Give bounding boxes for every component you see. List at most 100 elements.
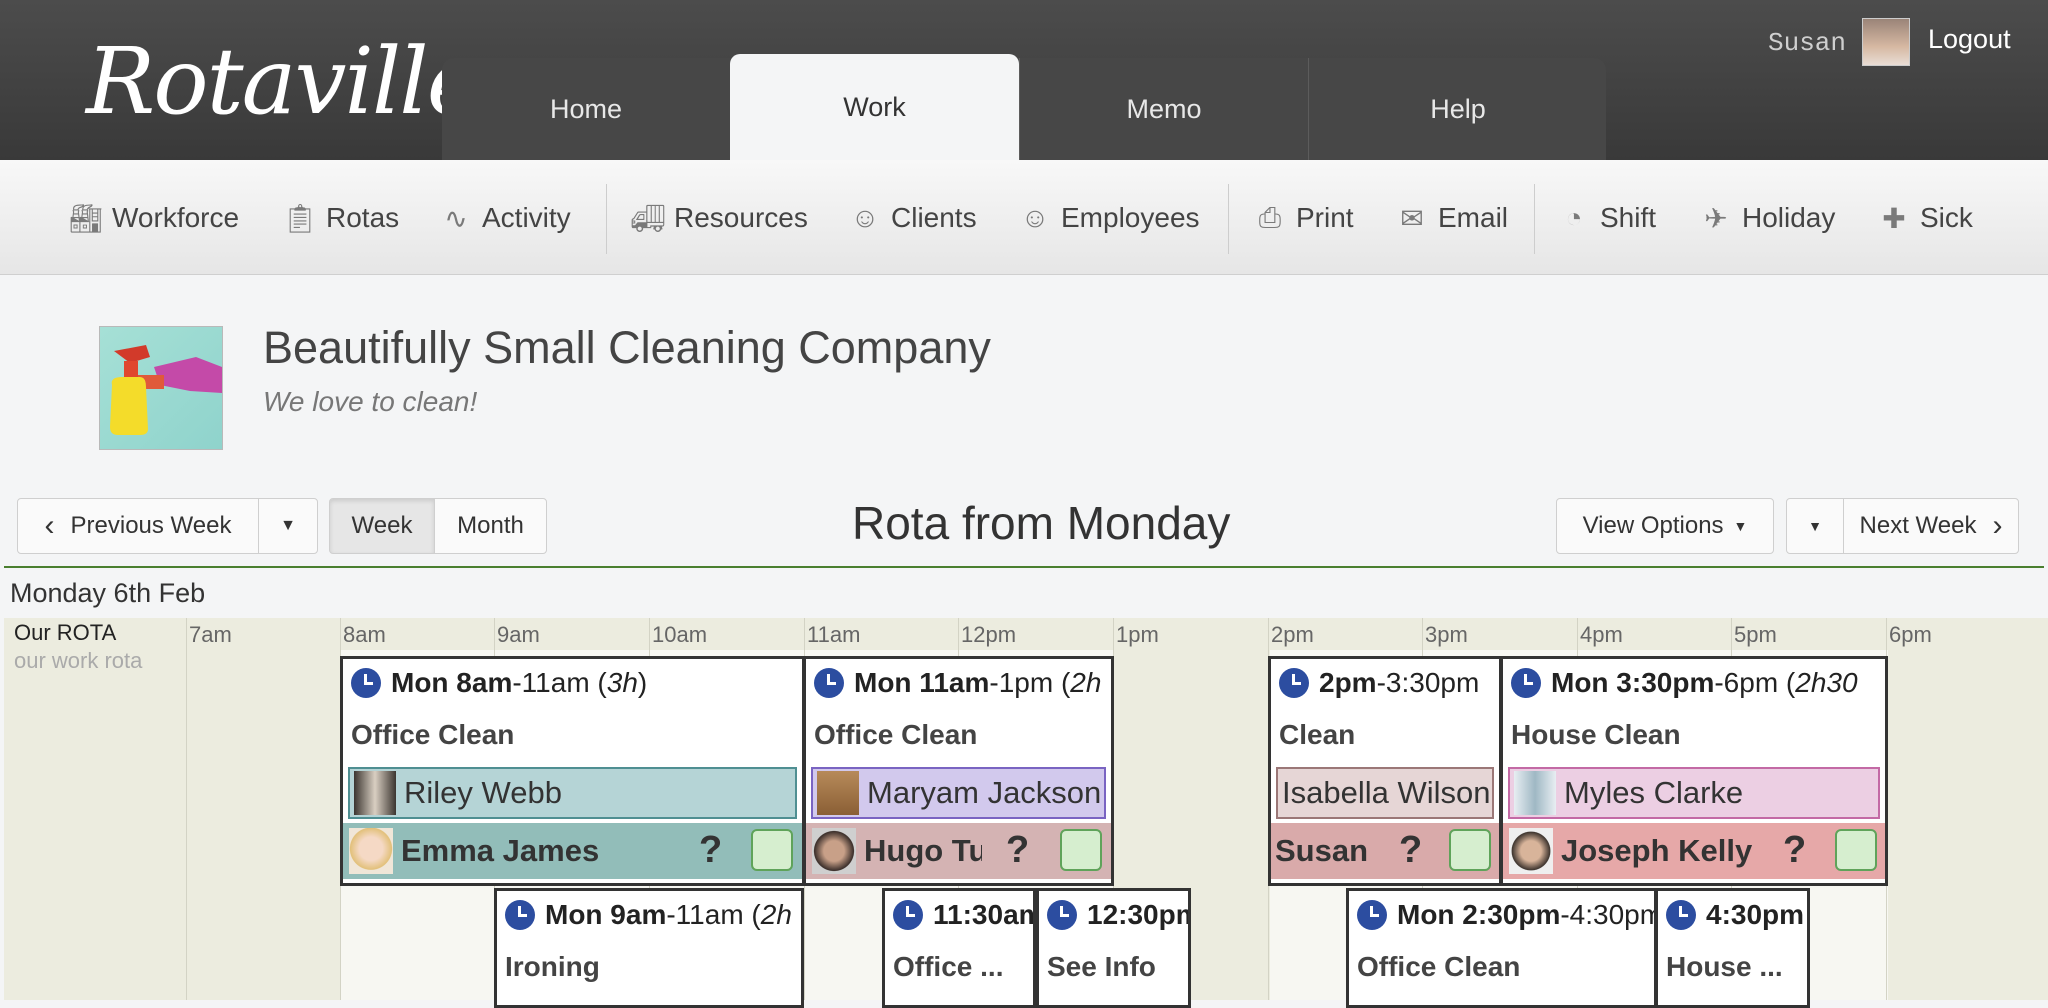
day-label: Monday 6th Feb [10, 578, 206, 608]
holiday-button[interactable]: ✈ Holiday [1700, 202, 1835, 234]
previous-week-dropdown[interactable]: ▼ [258, 498, 318, 554]
unknown-mark: ? [1783, 829, 1807, 871]
workforce-button[interactable]: 🏭︎ Workforce [68, 202, 239, 234]
confirm-checkbox[interactable] [1060, 829, 1102, 871]
toolbar-divider [1228, 184, 1229, 254]
tab-home[interactable]: Home [442, 58, 730, 160]
shift-card[interactable]: Mon 8am -11am (3h) Office Clean Riley Web… [340, 656, 805, 886]
resource-thumbnail [354, 771, 396, 815]
shift-employee[interactable]: Emma James [343, 823, 802, 879]
shift-card[interactable]: Mon 2:30pm -4:30pm Office Clean [1346, 888, 1657, 1008]
activity-button[interactable]: ∿ Activity [440, 202, 570, 234]
shift-time: 12:30pm [1047, 899, 1188, 931]
employee-avatar [349, 828, 393, 874]
envelope-icon: ✉ [1400, 202, 1424, 234]
hour-label: 6pm [1889, 622, 1932, 647]
clock-icon: ◔ [1565, 202, 1583, 233]
shift-resource[interactable]: Riley Webb [348, 767, 797, 819]
shift-card[interactable]: Mon 3:30pm -6pm (2h30 House Clean Myles C… [1500, 656, 1888, 886]
shift-card[interactable]: 2pm -3:30pm Clean Isabella Wilson Susan ? [1268, 656, 1502, 886]
clock-icon [1047, 900, 1077, 930]
rota-title: Rota from Monday [852, 497, 1231, 549]
month-view-button[interactable]: Month [434, 498, 547, 554]
shift-resource[interactable]: Maryam Jackson [811, 767, 1106, 819]
next-week-dropdown[interactable]: ▼ [1786, 498, 1844, 554]
hour-label: 10am [652, 622, 708, 647]
app-logo[interactable]: Rotaville [86, 28, 481, 135]
clock-icon [814, 668, 844, 698]
shift-card[interactable]: 4:30pm House ... [1655, 888, 1810, 1008]
resource-thumbnail [817, 771, 859, 815]
view-options-button[interactable]: View Options ▼ [1556, 498, 1774, 554]
shift-title: Office Clean [814, 719, 978, 750]
caret-down-icon: ▼ [1733, 518, 1748, 534]
shift-title: Office Clean [351, 719, 515, 750]
pulse-icon: ∿ [444, 202, 468, 234]
shift-time: Mon 11am -1pm (2h [814, 667, 1101, 699]
user-avatar[interactable] [1862, 18, 1910, 66]
shift-title: Office ... [893, 951, 1004, 982]
previous-week-button[interactable]: ‹ Previous Week [17, 498, 259, 554]
clock-icon [1511, 668, 1541, 698]
shift-time: Mon 8am -11am (3h) [351, 667, 647, 699]
clipboard-icon: 📋︎ [282, 202, 318, 234]
hour-label: 4pm [1580, 622, 1623, 647]
employees-button[interactable]: ☺ Employees [1019, 202, 1200, 234]
chevron-right-icon: › [1992, 509, 2003, 542]
resource-thumbnail [1514, 771, 1556, 815]
company-logo [99, 326, 223, 450]
clock-icon [505, 900, 535, 930]
shift-time: 4:30pm [1666, 899, 1804, 931]
hour-label: 12pm [961, 622, 1017, 647]
unknown-mark: ? [1399, 829, 1423, 871]
print-button[interactable]: ⎙ Print [1254, 202, 1354, 234]
medkit-icon: ✚ [1882, 202, 1906, 234]
shift-employee[interactable]: Joseph Kelly [1503, 823, 1885, 879]
shift-title: Clean [1279, 719, 1356, 750]
confirm-checkbox[interactable] [1449, 829, 1491, 871]
shift-time: 2pm -3:30pm [1279, 667, 1479, 699]
tab-work[interactable]: Work [730, 54, 1019, 160]
shift-title: House ... [1666, 951, 1783, 982]
rota-row-header [4, 618, 187, 1000]
next-week-button[interactable]: Next Week › [1843, 498, 2019, 554]
shift-card[interactable]: 11:30am Office ... [882, 888, 1036, 1008]
company-tagline: We love to clean! [263, 386, 478, 417]
hour-label: 2pm [1271, 622, 1314, 647]
email-button[interactable]: ✉ Email [1396, 202, 1508, 234]
caret-down-icon: ▼ [1808, 518, 1822, 534]
sick-button[interactable]: ✚ Sick [1878, 202, 1973, 234]
clock-icon [1357, 900, 1387, 930]
shift-title: Office Clean [1357, 951, 1521, 982]
clock-icon [893, 900, 923, 930]
rota-subtitle: our work rota [14, 648, 143, 673]
shift-resource[interactable]: Myles Clarke [1508, 767, 1880, 819]
week-view-button[interactable]: Week [329, 498, 435, 554]
unknown-mark: ? [1006, 829, 1030, 871]
logout-link[interactable]: Logout [1928, 24, 2011, 55]
shift-button[interactable]: ◔ Shift [1558, 202, 1657, 234]
clock-icon [1279, 668, 1309, 698]
toolbar-divider [606, 184, 607, 254]
employee-avatar [812, 828, 856, 874]
shift-time: Mon 9am -11am (2h [505, 899, 792, 931]
plane-icon: ✈ [1704, 202, 1728, 234]
company-name: Beautifully Small Cleaning Company [263, 322, 991, 373]
confirm-checkbox[interactable] [1835, 829, 1877, 871]
shift-resource[interactable]: Isabella Wilson [1276, 767, 1494, 819]
chevron-left-icon: ‹ [44, 509, 55, 542]
client-icon: ☺ [850, 202, 880, 233]
shift-card[interactable]: 12:30pm See Info [1036, 888, 1191, 1008]
main-nav: Home Memo Help [442, 58, 1606, 160]
hour-label: 11am [807, 622, 861, 647]
shift-card[interactable]: Mon 9am -11am (2h Ironing [494, 888, 804, 1008]
confirm-checkbox[interactable] [751, 829, 793, 871]
clients-button[interactable]: ☺ Clients [849, 202, 977, 234]
shift-card[interactable]: Mon 11am -1pm (2h Office Clean Maryam Jac… [803, 656, 1114, 886]
tab-help[interactable]: Help [1308, 58, 1607, 160]
rotas-button[interactable]: 📋︎ Rotas [282, 202, 399, 234]
tab-memo[interactable]: Memo [1019, 58, 1308, 160]
shift-time: Mon 2:30pm -4:30pm [1357, 899, 1654, 931]
resources-button[interactable]: 🚚︎ Resources [630, 202, 808, 234]
caret-down-icon: ▼ [280, 517, 296, 534]
